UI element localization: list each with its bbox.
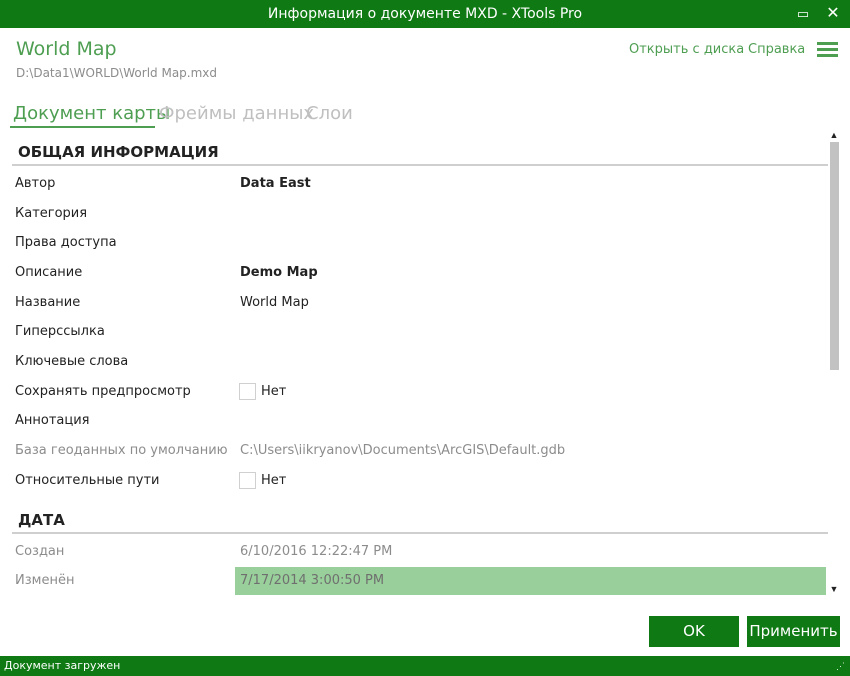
status-bar: Документ загружен ⋰: [0, 656, 850, 676]
property-value: 6/10/2016 12:22:47 PM: [240, 544, 393, 559]
property-row-default-gdb: База геоданных по умолчанию C:\Users\iik…: [0, 437, 828, 465]
tab-map-document[interactable]: Документ карты: [13, 103, 170, 124]
scroll-up-arrow-icon[interactable]: ▲: [829, 130, 839, 140]
apply-button[interactable]: Применить: [747, 616, 840, 647]
tab-layers[interactable]: Слои: [306, 103, 353, 124]
property-value[interactable]: Data East: [240, 176, 311, 191]
title-bar: Информация о документе MXD - XTools Pro …: [0, 0, 850, 28]
property-label: Относительные пути: [15, 473, 160, 488]
property-row-access-rights: Права доступа: [0, 229, 828, 257]
open-from-disk-link[interactable]: Открыть с диска: [629, 42, 744, 57]
section-date-header: ДАТА: [12, 504, 828, 534]
section-general-header: ОБЩАЯ ИНФОРМАЦИЯ: [12, 136, 828, 166]
property-value[interactable]: World Map: [240, 295, 309, 310]
property-label: Описание: [15, 265, 83, 280]
property-row-description: Описание Demo Map: [0, 259, 828, 287]
property-row-keywords: Ключевые слова: [0, 348, 828, 376]
document-path: D:\Data1\WORLD\World Map.mxd: [16, 66, 218, 80]
property-row-save-preview: Сохранять предпросмотр Нет: [0, 378, 828, 406]
hamburger-bar: [817, 48, 838, 51]
hamburger-bar: [817, 42, 838, 45]
property-row-hyperlink: Гиперссылка: [0, 318, 828, 346]
properties-panel: ОБЩАЯ ИНФОРМАЦИЯ Автор Data East Категор…: [0, 134, 828, 596]
property-row-created: Создан 6/10/2016 12:22:47 PM: [0, 538, 828, 566]
save-preview-checkbox[interactable]: [239, 383, 256, 400]
document-title: World Map: [16, 38, 117, 60]
checkbox-label: Нет: [261, 473, 287, 488]
close-icon[interactable]: ✕: [818, 0, 848, 28]
help-link[interactable]: Справка: [748, 42, 805, 57]
property-label: Аннотация: [15, 413, 90, 428]
resize-grip-icon[interactable]: ⋰: [836, 661, 845, 672]
property-row-relative-paths: Относительные пути Нет: [0, 467, 828, 495]
ok-button[interactable]: OK: [649, 616, 739, 647]
relative-paths-checkbox[interactable]: [239, 472, 256, 489]
maximize-icon[interactable]: ▭: [788, 0, 818, 28]
property-label: Автор: [15, 176, 56, 191]
property-label: Категория: [15, 206, 88, 221]
property-row-annotation: Аннотация: [0, 407, 828, 435]
property-label: Изменён: [15, 573, 75, 588]
scrollbar-thumb[interactable]: [830, 142, 839, 370]
mxd-info-window: Информация о документе MXD - XTools Pro …: [0, 0, 850, 676]
hamburger-menu-icon[interactable]: [817, 42, 838, 58]
property-label: Сохранять предпросмотр: [15, 384, 191, 399]
tab-data-frames[interactable]: Фреймы данных: [159, 103, 314, 124]
section-general-title: ОБЩАЯ ИНФОРМАЦИЯ: [18, 143, 219, 161]
property-row-modified: Изменён 7/17/2014 3:00:50 PM: [0, 567, 828, 595]
hamburger-bar: [817, 54, 838, 57]
property-label: Ключевые слова: [15, 354, 129, 369]
property-label: Название: [15, 295, 81, 310]
status-text: Документ загружен: [4, 659, 121, 672]
property-label: Права доступа: [15, 235, 117, 250]
property-value: 7/17/2014 3:00:50 PM: [240, 573, 385, 588]
active-tab-indicator: [10, 126, 155, 128]
window-title: Информация о документе MXD - XTools Pro: [267, 6, 583, 22]
section-date-title: ДАТА: [18, 511, 65, 529]
property-value[interactable]: Demo Map: [240, 265, 318, 280]
scroll-down-arrow-icon[interactable]: ▼: [829, 584, 839, 594]
property-row-category: Категория: [0, 200, 828, 228]
property-label: База геоданных по умолчанию: [15, 443, 228, 458]
property-label: Гиперссылка: [15, 324, 105, 339]
property-row-name: Название World Map: [0, 289, 828, 317]
property-label: Создан: [15, 544, 65, 559]
property-value: C:\Users\iikryanov\Documents\ArcGIS\Defa…: [240, 443, 566, 458]
checkbox-label: Нет: [261, 384, 287, 399]
property-row-author: Автор Data East: [0, 170, 828, 198]
selected-value-highlight[interactable]: 7/17/2014 3:00:50 PM: [235, 567, 826, 595]
